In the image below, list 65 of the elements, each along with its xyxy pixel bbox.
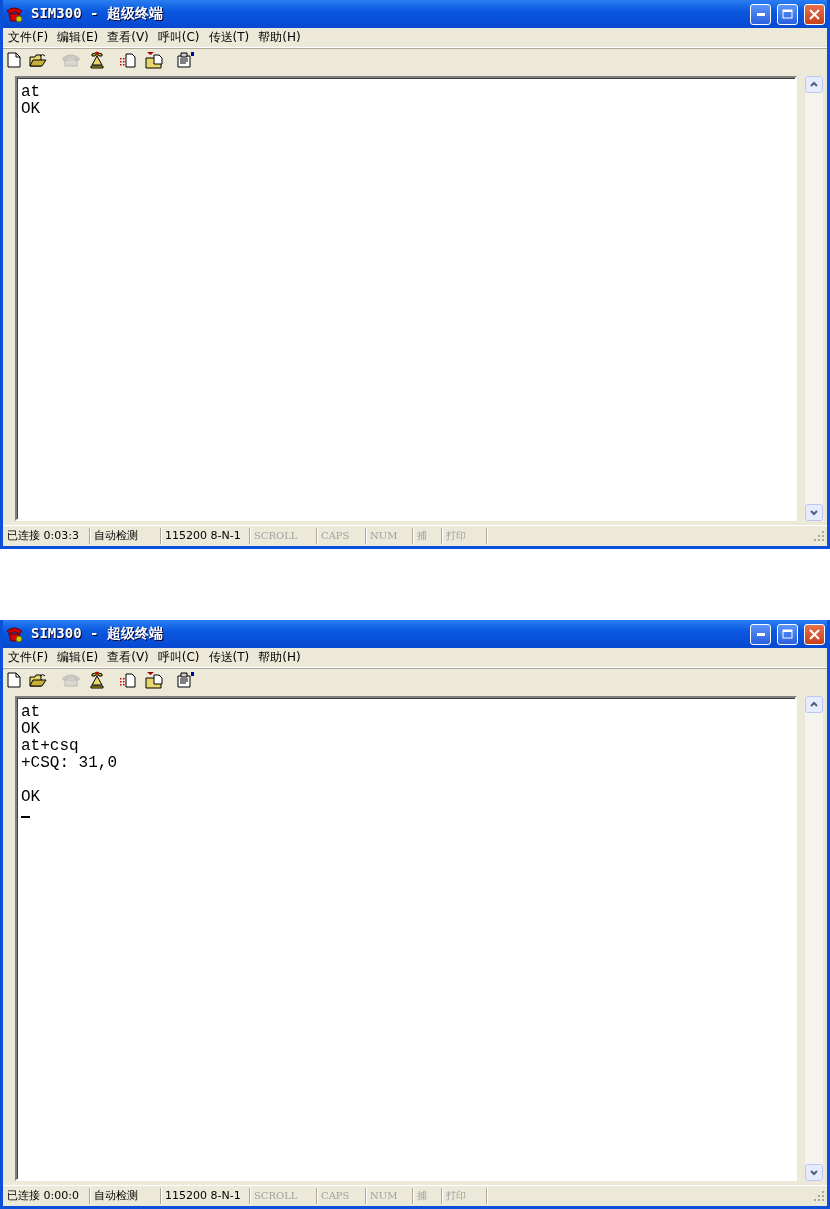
status-field: 115200 8-N-1 xyxy=(161,1188,250,1204)
scrollbar[interactable] xyxy=(805,76,823,521)
terminal-line: OK xyxy=(21,789,42,806)
menu-item[interactable]: 帮助(H) xyxy=(255,29,307,46)
folder-icon[interactable] xyxy=(29,672,47,688)
terminal-line: at+csq xyxy=(21,738,80,755)
status-field: CAPS xyxy=(317,1188,366,1204)
status-field: NUM xyxy=(366,1188,413,1204)
maximize-button[interactable] xyxy=(777,623,798,645)
menu-item[interactable]: 呼叫(C) xyxy=(154,649,206,666)
menu-item[interactable]: 传送(T) xyxy=(205,649,256,666)
scrollbar[interactable] xyxy=(805,696,823,1181)
maximize-icon xyxy=(782,629,793,639)
receive-file-icon[interactable] xyxy=(145,671,163,689)
status-field: 已连接 0:03:3 xyxy=(3,528,90,544)
send-file-icon[interactable] xyxy=(119,52,137,68)
terminal-line: OK xyxy=(21,101,42,118)
menu-item[interactable]: 传送(T) xyxy=(205,29,256,46)
status-field: 捕 xyxy=(413,528,442,544)
status-field: 打印 xyxy=(442,1188,487,1204)
send-file-icon[interactable] xyxy=(119,672,137,688)
minimize-button[interactable] xyxy=(750,623,771,645)
status-field: NUM xyxy=(366,528,413,544)
menu-item[interactable]: 查看(V) xyxy=(104,29,155,46)
terminal-output[interactable]: at OK xyxy=(15,76,797,521)
terminal-output[interactable]: at OK at+csq +CSQ: 31,0 OK xyxy=(15,696,797,1181)
menu-item[interactable]: 编辑(E) xyxy=(54,29,105,46)
minimize-button[interactable] xyxy=(750,3,771,25)
menu-item[interactable]: 呼叫(C) xyxy=(154,29,206,46)
status-field: SCROLL xyxy=(250,1188,317,1204)
menu-item[interactable]: 文件(F) xyxy=(5,649,55,666)
status-field: 打印 xyxy=(442,528,487,544)
status-field: 115200 8-N-1 xyxy=(161,528,250,544)
status-field: SCROLL xyxy=(250,528,317,544)
folder-icon[interactable] xyxy=(29,52,47,68)
close-icon xyxy=(809,8,820,20)
close-button[interactable] xyxy=(804,623,825,645)
status-field: 捕 xyxy=(413,1188,442,1204)
menu-item[interactable]: 帮助(H) xyxy=(255,649,307,666)
terminal-line: OK xyxy=(21,721,42,738)
receive-file-icon[interactable] xyxy=(145,51,163,69)
maximize-icon xyxy=(782,9,793,19)
document-icon[interactable] xyxy=(7,672,21,688)
minimize-icon xyxy=(756,12,765,16)
status-field: 自动检测 xyxy=(90,528,161,544)
window-title: SIM300 - 超级终端 xyxy=(31,5,163,23)
terminal-line: +CSQ: 31,0 xyxy=(21,755,118,772)
maximize-button[interactable] xyxy=(777,3,798,25)
terminal-line: at xyxy=(21,704,42,721)
resize-grip-icon[interactable] xyxy=(813,530,825,542)
menu-item[interactable]: 编辑(E) xyxy=(54,649,105,666)
window-title: SIM300 - 超级终端 xyxy=(31,625,163,643)
terminal-line: at xyxy=(21,84,42,101)
menu-item[interactable]: 查看(V) xyxy=(104,649,155,666)
document-icon[interactable] xyxy=(7,52,21,68)
menu-item[interactable]: 文件(F) xyxy=(5,29,55,46)
status-field: 已连接 0:00:0 xyxy=(3,1188,90,1204)
properties-icon[interactable] xyxy=(177,52,195,68)
close-icon xyxy=(809,628,820,640)
close-button[interactable] xyxy=(804,3,825,25)
minimize-icon xyxy=(756,632,765,636)
properties-icon[interactable] xyxy=(177,672,195,688)
resize-grip-icon[interactable] xyxy=(813,1190,825,1202)
status-field: CAPS xyxy=(317,528,366,544)
status-field: 自动检测 xyxy=(90,1188,161,1204)
